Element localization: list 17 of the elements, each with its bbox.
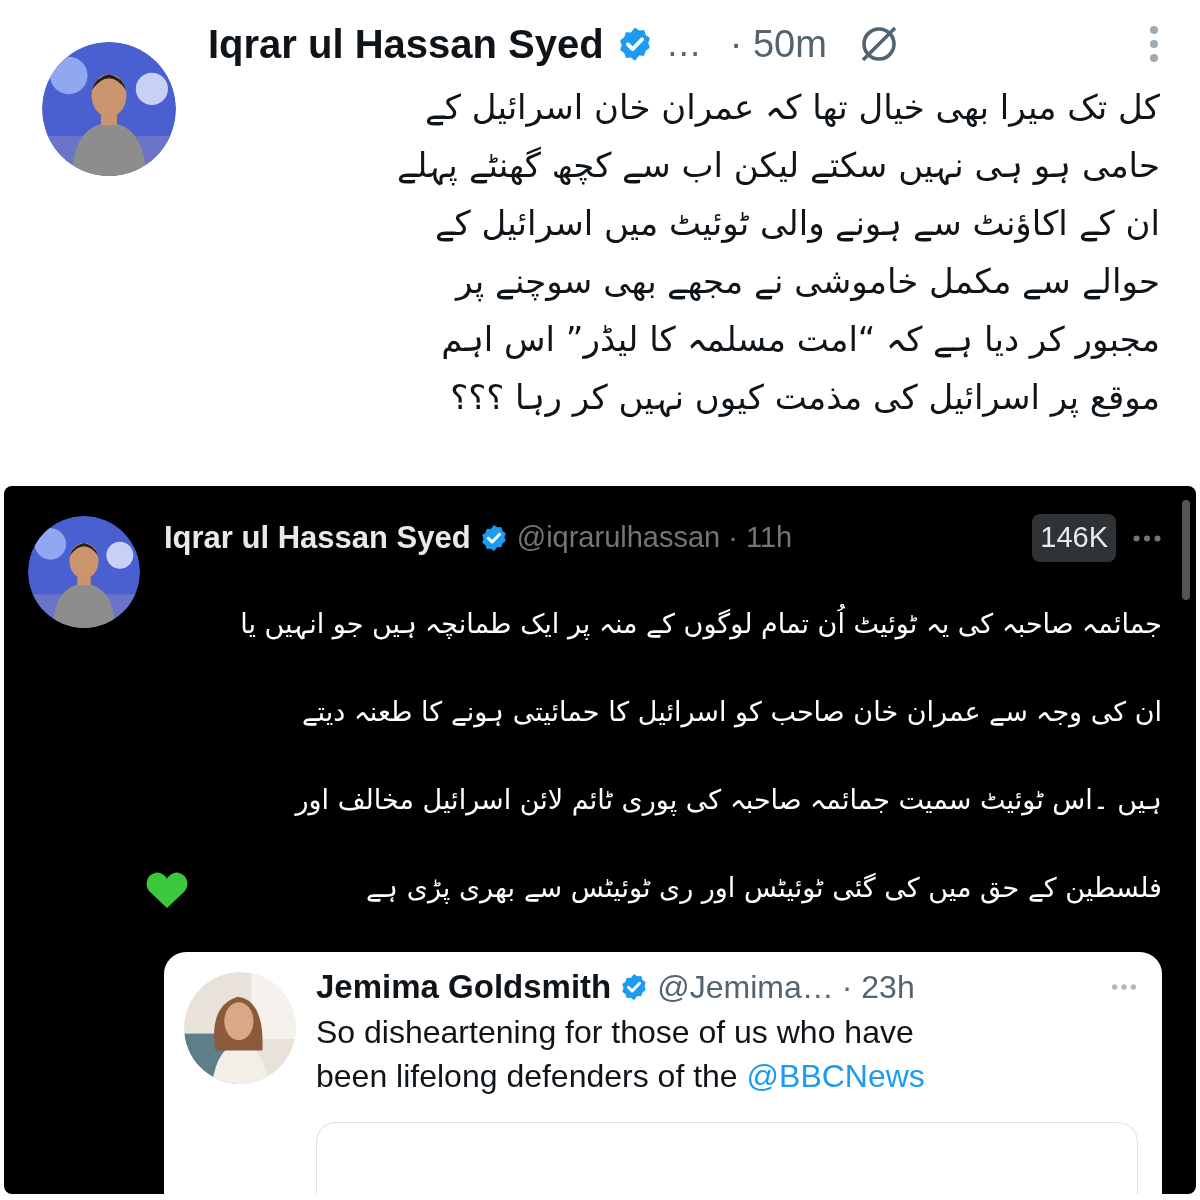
post-text: کل تک میرا بھی خیال تھا کہ عمران خان اسرائیل کے حامی ہو ہی نہیں سکتے لیکن اب سے کچھ گھنٹے پہلے ان کے اکاؤنٹ سے ہونے والی ٹوئیٹ میں اسرائیل کے حوالے سے مکمل خاموشی نے مجھے بھی سوچنے پر مجبور کر دیا ہے کہ “امت مسلمہ کا لیڈر” اس اہم موقع پر اسرائیل کی مذمت کیوں نہیں کر رہا ؟؟؟ [396, 86, 1160, 420]
more-options-icon[interactable] [1148, 24, 1160, 64]
post-time: · 23h [841, 968, 915, 1007]
author-name[interactable]: Iqrar ul Hassan Syed [208, 14, 604, 74]
view-count: 146K [1032, 514, 1116, 562]
post-time: · 11h [728, 520, 793, 556]
author-handle: … [665, 22, 702, 66]
author-handle: @Jemima… [657, 968, 834, 1007]
more-options-icon[interactable] [1110, 983, 1138, 991]
post-time: · 50m [729, 21, 827, 67]
post-text: جمائمہ صاحبہ کی یہ ٹوئیٹ اُن تمام لوگوں کے منہ پر ایک طمانچہ ہیں جو انہیں یا ان کی وجہ سے عمران خان صاحب کو اسرائیل کا حمائیتی ہونے کا طعنہ دیتے ہیں ۔اس ٹوئیٹ سمیت جمائمہ صاحبہ کی پوری ٹائم لائن اسرائیل مخالف اور فلسطین کے حق میں کی گئی ٹوئیٹس اور ری ٹوئیٹس سے بھری پڑی ہے [198, 580, 1162, 932]
author-handle: @iqrarulhassan [516, 520, 721, 556]
quoted-post-card[interactable]: Jemima Goldsmith @Jemima… · 23h So disheartening for those of us who have been lifelong defenders of the @BBCNews [164, 952, 1162, 1194]
author-name[interactable]: Iqrar ul Hassan Syed [164, 514, 471, 562]
author-name[interactable]: Jemima Goldsmith [316, 962, 612, 1012]
post-text: So disheartening for those of us who have been lifelong defenders of the @BBCNews [316, 1013, 926, 1096]
more-options-icon[interactable] [1132, 533, 1162, 543]
